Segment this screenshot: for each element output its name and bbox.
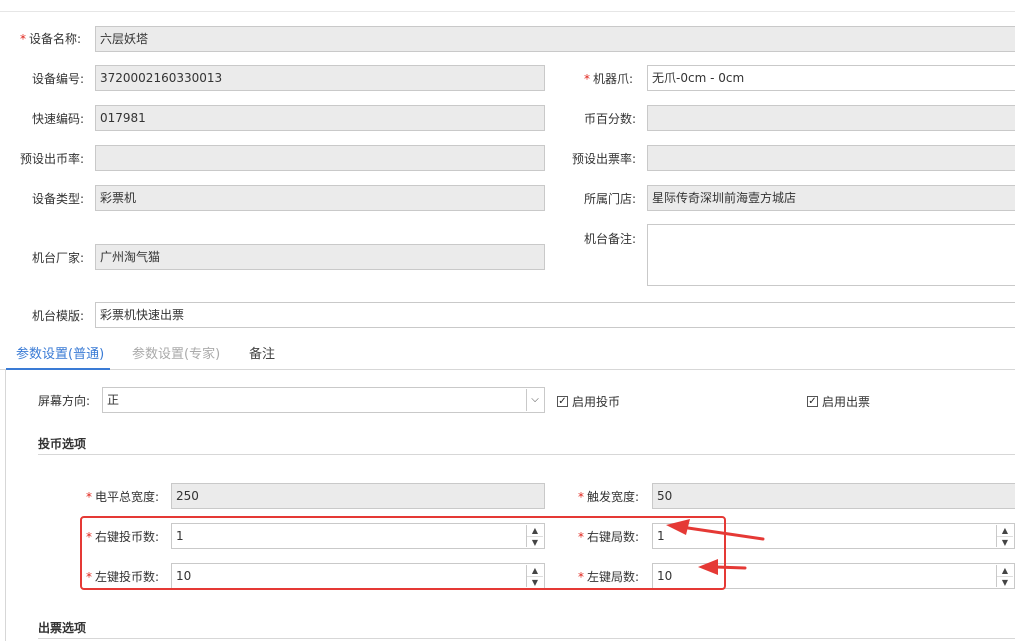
panel-border xyxy=(5,370,6,641)
vendor-field[interactable]: 广州淘气猫 xyxy=(95,244,545,270)
device-type-label: 设备类型: xyxy=(32,192,85,206)
spin-down-icon[interactable]: ▼ xyxy=(997,576,1013,588)
annotation-arrow-lower xyxy=(698,559,747,575)
remark-label: 机台备注: xyxy=(584,232,637,246)
annotation-highlight-box xyxy=(80,516,726,590)
chevron-down-icon[interactable]: ⌵ xyxy=(526,389,543,411)
enable-ticket-checkbox[interactable]: ✓ 启用出票 xyxy=(807,393,870,410)
trigger-width-field[interactable]: 50 xyxy=(652,483,1015,509)
preset-ticket-rate-label: 预设出票率: xyxy=(572,152,637,166)
coin-percent-label: 币百分数: xyxy=(584,112,637,126)
spin-up-icon[interactable]: ▲ xyxy=(997,525,1013,536)
device-code-field[interactable]: 3720002160330013 xyxy=(95,65,545,91)
tab-remarks[interactable]: 备注 xyxy=(249,346,275,364)
device-code-label: 设备编号: xyxy=(32,72,85,86)
store-label: 所属门店: xyxy=(584,192,637,206)
annotation-arrows xyxy=(666,519,765,575)
claw-field[interactable]: 无爪-0cm - 0cm xyxy=(647,65,1015,91)
active-tab-indicator xyxy=(6,368,110,370)
template-field[interactable]: 彩票机快速出票 xyxy=(95,302,1015,328)
checkbox-check-icon[interactable]: ✓ xyxy=(557,396,568,407)
coin-section-title: 投币选项 xyxy=(38,437,87,451)
checkbox-check-icon[interactable]: ✓ xyxy=(807,396,818,407)
vendor-label: 机台厂家: xyxy=(32,251,85,265)
spin-down-icon[interactable]: ▼ xyxy=(997,536,1013,548)
screen-orientation-label: 屏幕方向: xyxy=(38,394,91,408)
template-label: 机台模版: xyxy=(32,309,85,323)
preset-ticket-rate-field[interactable] xyxy=(647,145,1015,171)
tab-params-expert[interactable]: 参数设置(专家) xyxy=(132,346,220,364)
ticket-section-divider xyxy=(38,638,1015,639)
screen-orientation-select[interactable]: 正 ⌵ xyxy=(102,387,545,413)
trigger-width-label: * 触发宽度: xyxy=(578,490,640,504)
device-type-field[interactable]: 彩票机 xyxy=(95,185,545,211)
spin-up-icon[interactable]: ▲ xyxy=(997,565,1013,576)
enable-coin-checkbox[interactable]: ✓ 启用投币 xyxy=(557,393,620,410)
annotation-arrow-upper xyxy=(666,519,765,541)
level-total-width-label: * 电平总宽度: xyxy=(86,490,160,504)
remark-textarea[interactable] xyxy=(647,224,1015,286)
quick-code-field[interactable]: 017981 xyxy=(95,105,545,131)
quick-code-label: 快速编码: xyxy=(32,112,85,126)
device-name-label: * 设备名称: xyxy=(20,32,82,46)
device-name-field[interactable]: 六层妖塔 xyxy=(95,26,1015,52)
preset-coin-rate-label: 预设出币率: xyxy=(20,152,85,166)
coin-section-divider xyxy=(38,454,1015,455)
coin-percent-field[interactable] xyxy=(647,105,1015,131)
tab-params-normal[interactable]: 参数设置(普通) xyxy=(16,346,104,364)
ticket-section-title: 出票选项 xyxy=(38,621,87,635)
level-total-width-field[interactable]: 250 xyxy=(171,483,545,509)
preset-coin-rate-field[interactable] xyxy=(95,145,545,171)
store-field[interactable]: 星际传奇深圳前海壹方城店 xyxy=(647,185,1015,211)
top-divider xyxy=(0,11,1015,12)
tabs-divider xyxy=(0,369,1015,370)
claw-label: * 机器爪: xyxy=(584,72,634,86)
